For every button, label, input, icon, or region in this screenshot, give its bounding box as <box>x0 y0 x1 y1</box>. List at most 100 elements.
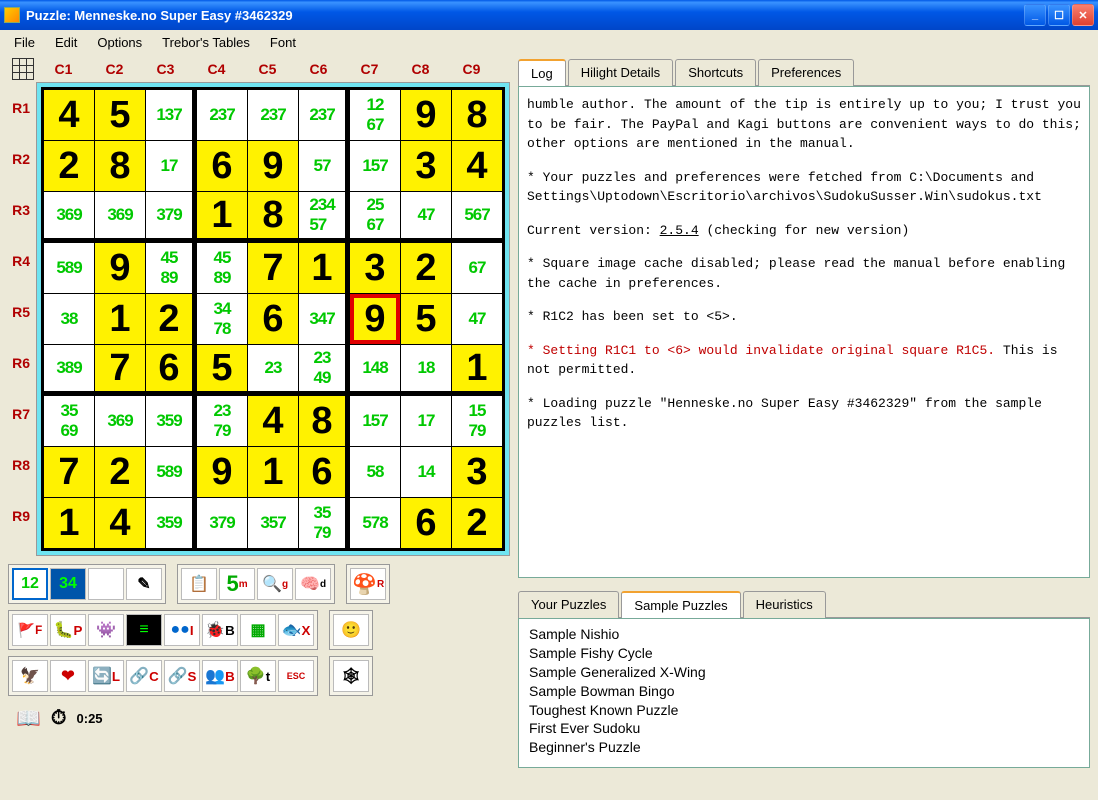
sudoku-cell[interactable]: 47 <box>401 192 451 242</box>
list-item[interactable]: Toughest Known Puzzle <box>529 701 1079 720</box>
menu-options[interactable]: Options <box>87 32 152 53</box>
mushroom-button[interactable]: 🍄R <box>350 568 386 600</box>
sudoku-cell[interactable]: 3 <box>350 243 400 293</box>
sudoku-cell[interactable]: 2 <box>95 447 145 497</box>
sudoku-cell[interactable]: 2 <box>44 141 94 191</box>
sudoku-cell[interactable]: 389 <box>44 345 94 395</box>
sudoku-cell[interactable]: 148 <box>350 345 400 395</box>
circles-button[interactable]: ●●I <box>164 614 200 646</box>
sudoku-cell[interactable]: 4 <box>248 396 298 446</box>
sudoku-cell[interactable]: 1 <box>299 243 349 293</box>
tab-shortcuts[interactable]: Shortcuts <box>675 59 756 86</box>
sudoku-cell[interactable]: 5 <box>197 345 247 395</box>
sudoku-cell[interactable]: 45 89 <box>146 243 196 293</box>
sudoku-cell[interactable]: 9 <box>401 90 451 140</box>
menu-file[interactable]: File <box>4 32 45 53</box>
sudoku-cell[interactable]: 379 <box>146 192 196 242</box>
tab-sample-puzzles[interactable]: Sample Puzzles <box>621 591 740 618</box>
sudoku-cell[interactable]: 47 <box>452 294 502 344</box>
sudoku-cell[interactable]: 2 <box>401 243 451 293</box>
sudoku-cell[interactable]: 1 <box>248 447 298 497</box>
menu-edit[interactable]: Edit <box>45 32 87 53</box>
close-button[interactable]: ✕ <box>1072 4 1094 26</box>
sudoku-cell[interactable]: 23 <box>248 345 298 395</box>
sudoku-cell[interactable]: 4 <box>95 498 145 548</box>
checklist-button[interactable]: 📋 <box>181 568 217 600</box>
sudoku-cell[interactable]: 2 <box>146 294 196 344</box>
sudoku-cell[interactable]: 359 <box>146 396 196 446</box>
wings-button[interactable]: 🦅 <box>12 660 48 692</box>
bars-button[interactable]: ≡ <box>126 614 162 646</box>
list-item[interactable]: Sample Nishio <box>529 625 1079 644</box>
sudoku-cell[interactable]: 157 <box>350 141 400 191</box>
sudoku-cell[interactable]: 369 <box>95 192 145 242</box>
sudoku-cell[interactable]: 45 89 <box>197 243 247 293</box>
sudoku-cell[interactable]: 5 <box>401 294 451 344</box>
sudoku-cell[interactable]: 357 <box>248 498 298 548</box>
sudoku-cell[interactable]: 7 <box>44 447 94 497</box>
tab-preferences[interactable]: Preferences <box>758 59 854 86</box>
list-item[interactable]: Sample Generalized X-Wing <box>529 663 1079 682</box>
sudoku-cell[interactable]: 237 <box>299 90 349 140</box>
sudoku-cell[interactable]: 38 <box>44 294 94 344</box>
sudoku-cell[interactable]: 15 79 <box>452 396 502 446</box>
sudoku-cell[interactable]: 589 <box>44 243 94 293</box>
blank-button[interactable] <box>88 568 124 600</box>
sudoku-grid[interactable]: 4513723723723712 67982817695715734369369… <box>41 87 505 551</box>
sudoku-cell[interactable]: 23 49 <box>299 345 349 395</box>
sudoku-cell[interactable]: 5 <box>95 90 145 140</box>
sudoku-cell[interactable]: 6 <box>248 294 298 344</box>
candidates-blue-button[interactable]: 34 <box>50 568 86 600</box>
maximize-button[interactable]: ☐ <box>1048 4 1070 26</box>
sudoku-cell[interactable]: 3 <box>401 141 451 191</box>
sudoku-cell[interactable]: 237 <box>248 90 298 140</box>
sudoku-cell[interactable]: 34 78 <box>197 294 247 344</box>
sudoku-cell[interactable]: 8 <box>95 141 145 191</box>
sudoku-cell[interactable]: 7 <box>95 345 145 395</box>
sudoku-cell[interactable]: 369 <box>95 396 145 446</box>
tab-log[interactable]: Log <box>518 59 566 86</box>
sudoku-cell[interactable]: 369 <box>44 192 94 242</box>
sudoku-cell[interactable]: 379 <box>197 498 247 548</box>
sudoku-cell[interactable]: 4 <box>452 141 502 191</box>
sudoku-cell[interactable]: 23 79 <box>197 396 247 446</box>
sudoku-cell[interactable]: 157 <box>350 396 400 446</box>
sudoku-cell[interactable]: 578 <box>350 498 400 548</box>
sudoku-cell[interactable]: 6 <box>401 498 451 548</box>
chain-button[interactable]: 🔗C <box>126 660 162 692</box>
eraser-button[interactable]: ESC <box>278 660 314 692</box>
sudoku-cell[interactable]: 6 <box>299 447 349 497</box>
bug-button[interactable]: 🐞B <box>202 614 238 646</box>
fish-button[interactable]: 🐟X <box>278 614 314 646</box>
book-icon[interactable]: 📖 <box>16 706 41 731</box>
sudoku-cell[interactable]: 347 <box>299 294 349 344</box>
squares-button[interactable]: ▦ <box>240 614 276 646</box>
sudoku-cell[interactable]: 14 <box>401 447 451 497</box>
sudoku-cell[interactable]: 57 <box>299 141 349 191</box>
sudoku-cell[interactable]: 137 <box>146 90 196 140</box>
sudoku-cell[interactable]: 12 67 <box>350 90 400 140</box>
sudoku-cell[interactable]: 58 <box>350 447 400 497</box>
list-item[interactable]: First Ever Sudoku <box>529 719 1079 738</box>
sudoku-cell[interactable]: 234 57 <box>299 192 349 242</box>
sudoku-cell[interactable]: 237 <box>197 90 247 140</box>
worm-button[interactable]: 🐛P <box>50 614 86 646</box>
tab-heuristics[interactable]: Heuristics <box>743 591 826 618</box>
sudoku-cell[interactable]: 9 <box>95 243 145 293</box>
sudoku-cell[interactable]: 17 <box>401 396 451 446</box>
brain-button[interactable]: 🧠d <box>295 568 331 600</box>
magnify-button[interactable]: 🔍g <box>257 568 293 600</box>
five-button[interactable]: 5m <box>219 568 255 600</box>
sudoku-cell[interactable]: 1 <box>452 345 502 395</box>
candidates-white-button[interactable]: 12 <box>12 568 48 600</box>
menu-trebors-tables[interactable]: Trebor's Tables <box>152 32 260 53</box>
sudoku-cell[interactable]: 567 <box>452 192 502 242</box>
sudoku-cell[interactable]: 18 <box>401 345 451 395</box>
clock-icon[interactable]: ⏱ <box>51 707 67 730</box>
face-button[interactable]: 🙂 <box>333 614 369 646</box>
sudoku-cell[interactable]: 1 <box>197 192 247 242</box>
sudoku-cell[interactable]: 9 <box>197 447 247 497</box>
tree-button[interactable]: 🌳t <box>240 660 276 692</box>
minimize-button[interactable]: _ <box>1024 4 1046 26</box>
sudoku-cell[interactable]: 8 <box>248 192 298 242</box>
